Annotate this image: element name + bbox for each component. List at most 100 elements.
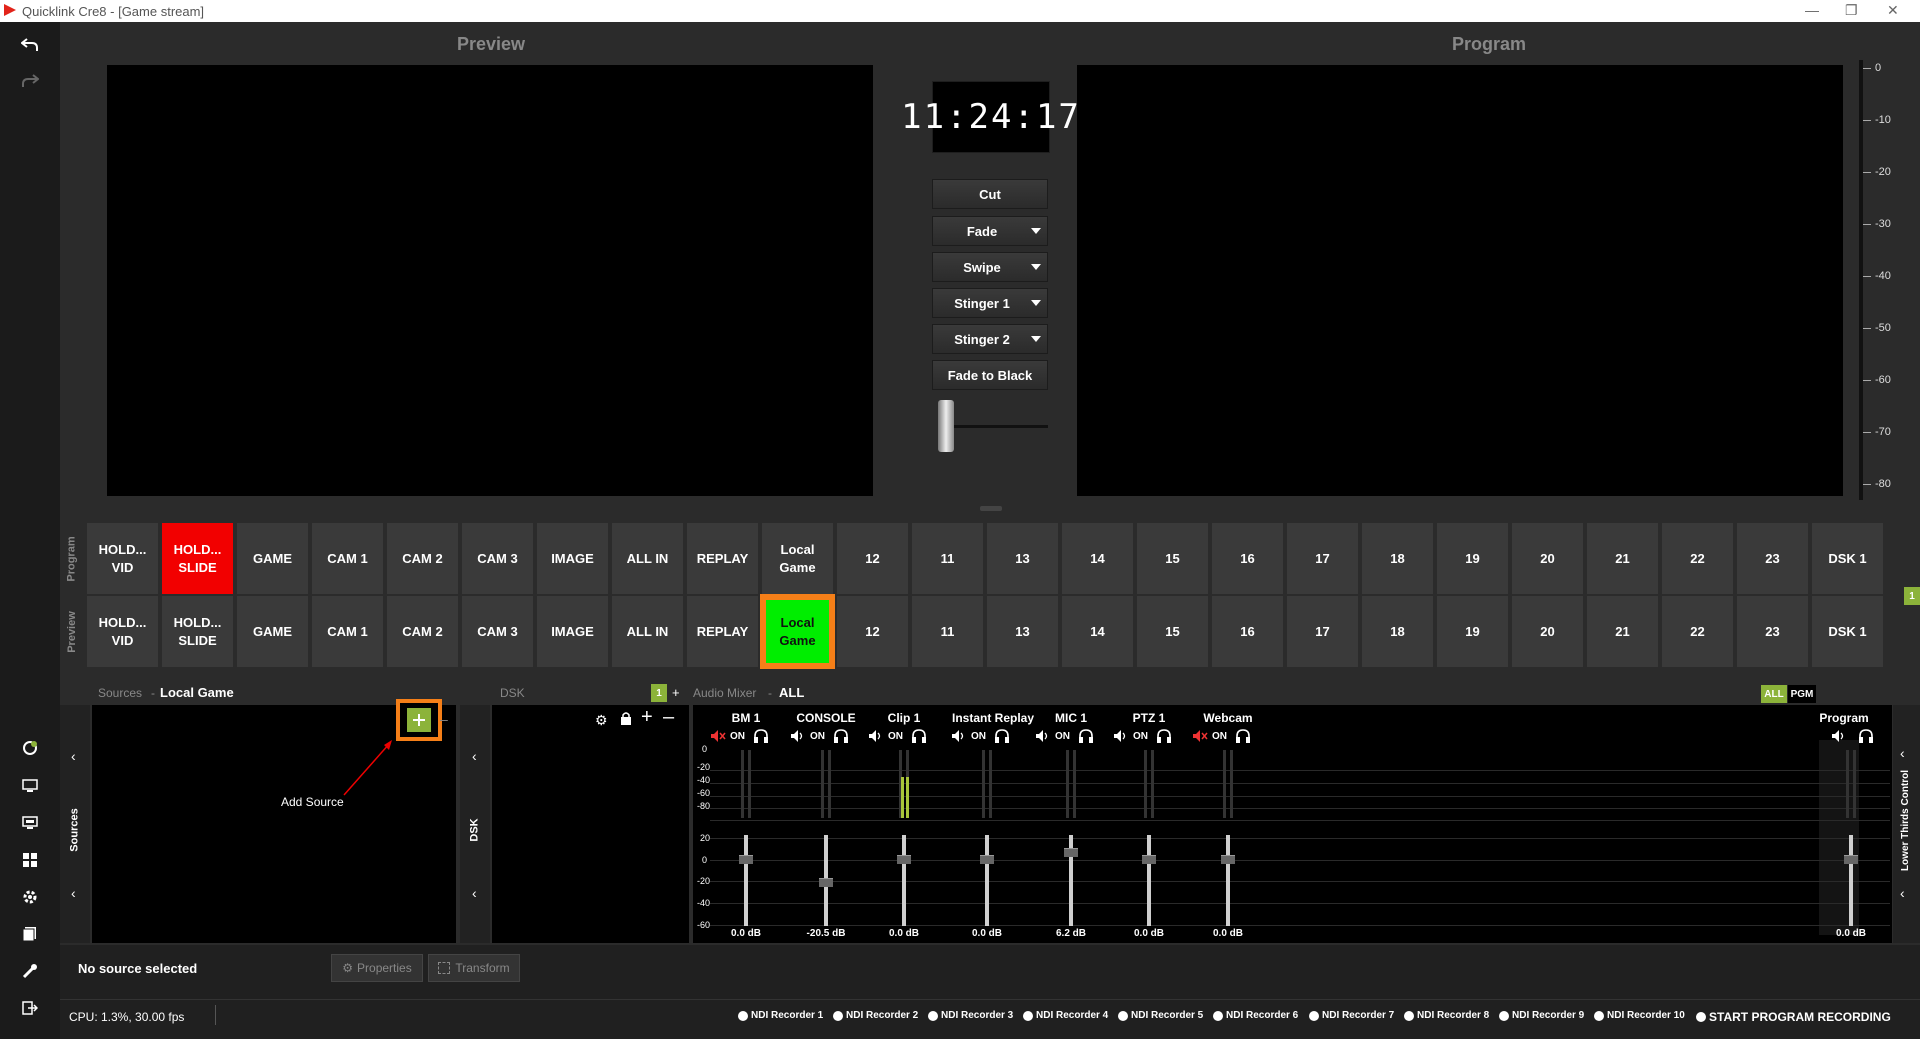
t-bar-slider[interactable] [938, 400, 1048, 452]
ndi-recorder-8-toggle[interactable]: NDI Recorder 8 [1404, 1010, 1489, 1021]
add-source-button[interactable] [396, 699, 442, 741]
chevron-down-icon[interactable] [1031, 336, 1041, 342]
program-source-hold-slide[interactable]: HOLD... SLIDE [162, 523, 233, 594]
splitter-handle[interactable] [980, 506, 1002, 511]
preview-source-cam-3[interactable]: CAM 3 [462, 596, 533, 667]
speaker-icon[interactable] [868, 729, 884, 743]
volume-fader-track[interactable] [1226, 835, 1230, 926]
program-source-image[interactable]: IMAGE [537, 523, 608, 594]
dsk-remove-icon[interactable]: – [663, 706, 674, 729]
collapse-left-icon[interactable]: ‹ [1900, 745, 1905, 761]
program-source-13[interactable]: 13 [987, 523, 1058, 594]
volume-fader-knob[interactable] [897, 855, 911, 865]
headphones-icon[interactable] [994, 728, 1010, 744]
switcher-page-badge[interactable]: 1 [1904, 587, 1920, 605]
volume-fader-knob[interactable] [1142, 855, 1156, 865]
tools-icon[interactable] [14, 957, 46, 985]
speaker-icon[interactable] [1113, 729, 1129, 743]
monitor-icon[interactable] [14, 772, 46, 800]
program-source-hold-vid[interactable]: HOLD... VID [87, 523, 158, 594]
chevron-down-icon[interactable] [1031, 300, 1041, 306]
ndi-recorder-1-toggle[interactable]: NDI Recorder 1 [738, 1010, 823, 1021]
cut-button[interactable]: Cut [932, 179, 1048, 209]
preview-source-replay[interactable]: REPLAY [687, 596, 758, 667]
program-source-20[interactable]: 20 [1512, 523, 1583, 594]
preview-source-all-in[interactable]: ALL IN [612, 596, 683, 667]
exit-icon[interactable] [14, 994, 46, 1022]
channel-on-toggle[interactable]: ON [971, 731, 986, 742]
volume-fader-knob[interactable] [819, 878, 833, 888]
dsk-lock-icon[interactable] [620, 711, 632, 730]
ndi-recorder-6-toggle[interactable]: NDI Recorder 6 [1213, 1010, 1298, 1021]
collapse-left-icon[interactable]: ‹ [472, 748, 477, 764]
ndi-recorder-3-toggle[interactable]: NDI Recorder 3 [928, 1010, 1013, 1021]
audio-filter-pgm-toggle[interactable]: PGM [1788, 685, 1816, 703]
program-source-23[interactable]: 23 [1737, 523, 1808, 594]
ndi-recorder-4-toggle[interactable]: NDI Recorder 4 [1023, 1010, 1108, 1021]
chevron-down-icon[interactable] [1031, 264, 1041, 270]
preview-source-hold-vid[interactable]: HOLD... VID [87, 596, 158, 667]
channel-on-toggle[interactable]: ON [810, 731, 825, 742]
program-source-16[interactable]: 16 [1212, 523, 1283, 594]
collapse-left-icon[interactable]: ‹ [71, 885, 76, 901]
speaker-icon[interactable] [1831, 729, 1847, 743]
dsk-add-icon[interactable]: + [641, 706, 653, 729]
preview-source-22[interactable]: 22 [1662, 596, 1733, 667]
preview-source-14[interactable]: 14 [1062, 596, 1133, 667]
preview-source-23[interactable]: 23 [1737, 596, 1808, 667]
dsk-settings-gear-icon[interactable]: ⚙ [595, 712, 608, 729]
preview-source-12[interactable]: 12 [837, 596, 908, 667]
muted-speaker-icon[interactable] [1192, 729, 1208, 743]
preview-source-local-game[interactable]: Local Game [762, 596, 833, 667]
volume-fader-track[interactable] [1147, 835, 1151, 926]
headphones-icon[interactable] [1078, 728, 1094, 744]
program-source-21[interactable]: 21 [1587, 523, 1658, 594]
speaker-icon[interactable] [790, 729, 806, 743]
program-source-14[interactable]: 14 [1062, 523, 1133, 594]
ndi-recorder-10-toggle[interactable]: NDI Recorder 10 [1594, 1010, 1685, 1021]
collapse-left-icon[interactable]: ‹ [1900, 885, 1905, 901]
program-source-replay[interactable]: REPLAY [687, 523, 758, 594]
undo-icon[interactable] [14, 31, 46, 59]
speaker-icon[interactable] [1035, 729, 1051, 743]
dsk-page-badge[interactable]: 1 [651, 684, 667, 702]
headphones-icon[interactable] [1235, 728, 1251, 744]
headphones-icon[interactable] [833, 728, 849, 744]
stinger-2-button[interactable]: Stinger 2 [932, 324, 1048, 354]
channel-on-toggle[interactable]: ON [730, 731, 745, 742]
program-source-11[interactable]: 11 [912, 523, 983, 594]
headphones-icon[interactable] [911, 728, 927, 744]
program-source-12[interactable]: 12 [837, 523, 908, 594]
muted-speaker-icon[interactable] [710, 729, 726, 743]
program-source-18[interactable]: 18 [1362, 523, 1433, 594]
preview-source-game[interactable]: GAME [237, 596, 308, 667]
collapse-left-icon[interactable]: ‹ [71, 748, 76, 764]
program-source-19[interactable]: 19 [1437, 523, 1508, 594]
chevron-down-icon[interactable] [1031, 228, 1041, 234]
stinger-1-button[interactable]: Stinger 1 [932, 288, 1048, 318]
program-source-cam-1[interactable]: CAM 1 [312, 523, 383, 594]
volume-fader-knob[interactable] [1064, 848, 1078, 858]
program-source-17[interactable]: 17 [1287, 523, 1358, 594]
program-source-dsk-1[interactable]: DSK 1 [1812, 523, 1883, 594]
restore-button[interactable]: ❐ [1845, 2, 1858, 19]
channel-on-toggle[interactable]: ON [1133, 731, 1148, 742]
ndi-recorder-2-toggle[interactable]: NDI Recorder 2 [833, 1010, 918, 1021]
preview-source-11[interactable]: 11 [912, 596, 983, 667]
swipe-button[interactable]: Swipe [932, 252, 1048, 282]
preview-source-cam-2[interactable]: CAM 2 [387, 596, 458, 667]
collapse-left-icon[interactable]: ‹ [472, 885, 477, 901]
volume-fader-track[interactable] [902, 835, 906, 926]
volume-fader-knob[interactable] [1221, 855, 1235, 865]
t-bar-handle[interactable] [938, 400, 954, 452]
headphones-icon[interactable] [753, 728, 769, 744]
program-monitor[interactable] [1077, 65, 1843, 496]
volume-fader-knob[interactable] [1844, 855, 1858, 865]
preview-monitor[interactable] [107, 65, 873, 496]
ndi-recorder-5-toggle[interactable]: NDI Recorder 5 [1118, 1010, 1203, 1021]
fade-to-black-button[interactable]: Fade to Black [932, 360, 1048, 390]
dsk-list[interactable] [492, 705, 689, 943]
preview-source-13[interactable]: 13 [987, 596, 1058, 667]
program-source-cam-2[interactable]: CAM 2 [387, 523, 458, 594]
program-source-cam-3[interactable]: CAM 3 [462, 523, 533, 594]
